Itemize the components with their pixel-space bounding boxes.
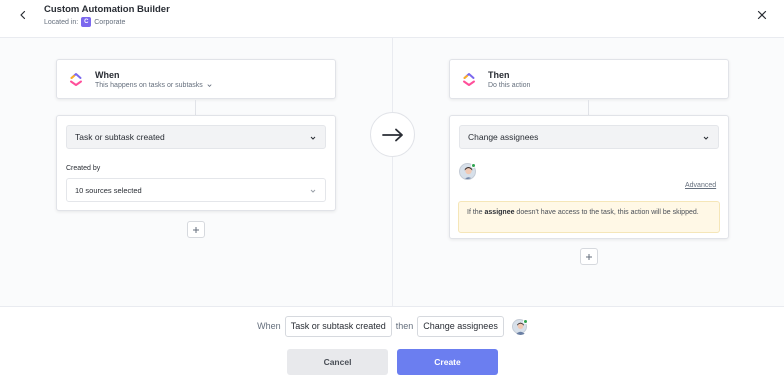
trigger-title: When <box>95 69 120 80</box>
assignee-warning: If the assignee doesn't have access to t… <box>458 201 720 233</box>
cancel-button[interactable]: Cancel <box>287 349 388 375</box>
flow-arrow <box>370 112 415 157</box>
trigger-header-card[interactable]: When This happens on tasks or subtasks <box>56 59 336 99</box>
add-action-button[interactable] <box>580 248 598 265</box>
close-icon[interactable] <box>756 9 768 21</box>
trigger-connector <box>195 100 196 116</box>
summary-avatar <box>511 318 528 335</box>
warning-bold: assignee <box>484 209 515 216</box>
action-event-select[interactable]: Change assignees <box>459 125 719 149</box>
action-subtitle: Do this action <box>488 81 531 89</box>
warning-prefix: If the <box>467 209 485 216</box>
chevron-down-icon <box>310 189 316 193</box>
chevron-down-icon <box>703 136 709 140</box>
summary-trigger-pill: Task or subtask created <box>284 315 392 337</box>
action-connector <box>588 100 589 116</box>
sources-label: 10 sources selected <box>75 185 142 195</box>
advanced-link[interactable]: Advanced <box>685 182 716 189</box>
online-status-dot <box>471 163 476 168</box>
action-header-card[interactable]: Then Do this action <box>449 59 729 99</box>
sources-select[interactable]: 10 sources selected <box>66 178 326 202</box>
location-line: Located in: C Corporate <box>44 17 125 27</box>
automation-summary: When Task or subtask created then Change… <box>0 315 784 337</box>
clickup-logo-icon <box>460 70 478 88</box>
chevron-down-icon <box>310 136 316 140</box>
trigger-event-label: Task or subtask created <box>75 132 165 142</box>
add-trigger-button[interactable] <box>187 221 205 238</box>
trigger-event-select[interactable]: Task or subtask created <box>66 125 326 149</box>
space-badge: C <box>81 17 92 27</box>
back-arrow-icon[interactable] <box>16 8 30 22</box>
created-by-label: Created by <box>66 165 101 172</box>
create-button[interactable]: Create <box>397 349 498 375</box>
trigger-subtitle-text: This happens on tasks or subtasks <box>95 81 203 89</box>
plus-icon <box>586 253 592 260</box>
clickup-logo-icon <box>67 70 85 88</box>
summary-online-dot <box>522 318 528 324</box>
warning-suffix: doesn't have access to the task, this ac… <box>514 209 699 216</box>
column-divider <box>392 38 393 307</box>
chevron-down-icon <box>207 83 212 87</box>
plus-icon <box>193 226 199 233</box>
trigger-subtitle[interactable]: This happens on tasks or subtasks <box>95 82 213 89</box>
action-event-label: Change assignees <box>468 132 539 142</box>
modal-header: Custom Automation Builder Located in: C … <box>0 0 784 38</box>
summary-action-pill: Change assignees <box>417 315 504 337</box>
right-arrow-icon <box>381 128 403 141</box>
page-title: Custom Automation Builder <box>44 4 170 15</box>
summary-then: then <box>395 321 414 331</box>
space-name[interactable]: Corporate <box>94 19 125 26</box>
action-title: Then <box>488 69 510 80</box>
located-label: Located in: <box>44 18 79 26</box>
summary-when: When <box>257 321 281 331</box>
